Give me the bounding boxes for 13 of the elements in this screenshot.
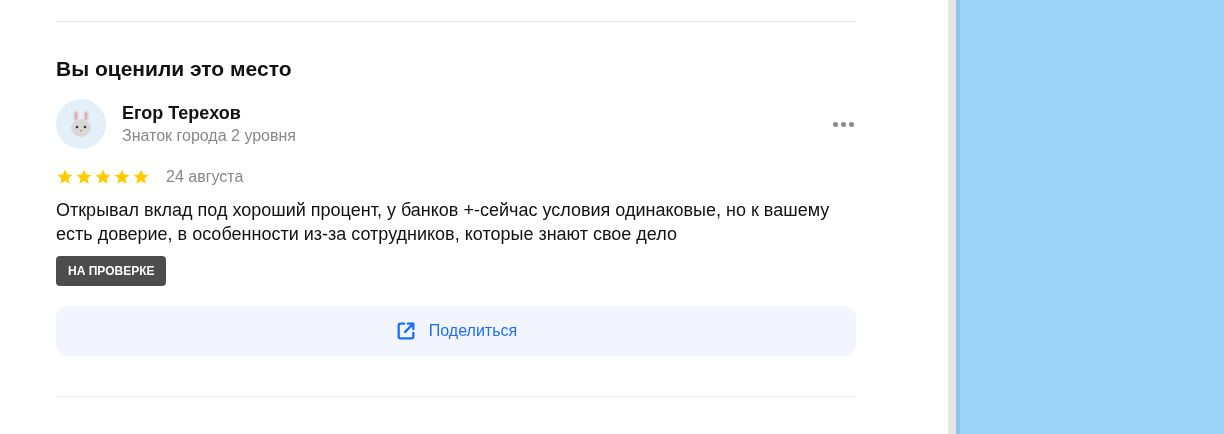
star-icon bbox=[75, 168, 93, 186]
section-title: Вы оценили это место bbox=[56, 56, 293, 82]
author-name[interactable]: Егор Терехов bbox=[122, 101, 815, 125]
star-icon bbox=[113, 168, 131, 186]
star-icon bbox=[132, 168, 150, 186]
star-icon bbox=[94, 168, 112, 186]
star-icon bbox=[56, 168, 74, 186]
status-badge: НА ПРОВЕРКЕ bbox=[56, 256, 167, 286]
share-button[interactable]: Поделиться bbox=[56, 306, 856, 356]
review-text: Открывал вклад под хороший процент, у банков +-сейчас условия одинаковые, но к вашему есть доверие, в особенности из-за сотрудников, которые знают свое дело bbox=[56, 199, 831, 246]
review-date: 24 августа bbox=[166, 167, 244, 187]
author-level: Знаток города 2 уровня bbox=[122, 126, 297, 146]
avatar-icon bbox=[56, 99, 106, 149]
